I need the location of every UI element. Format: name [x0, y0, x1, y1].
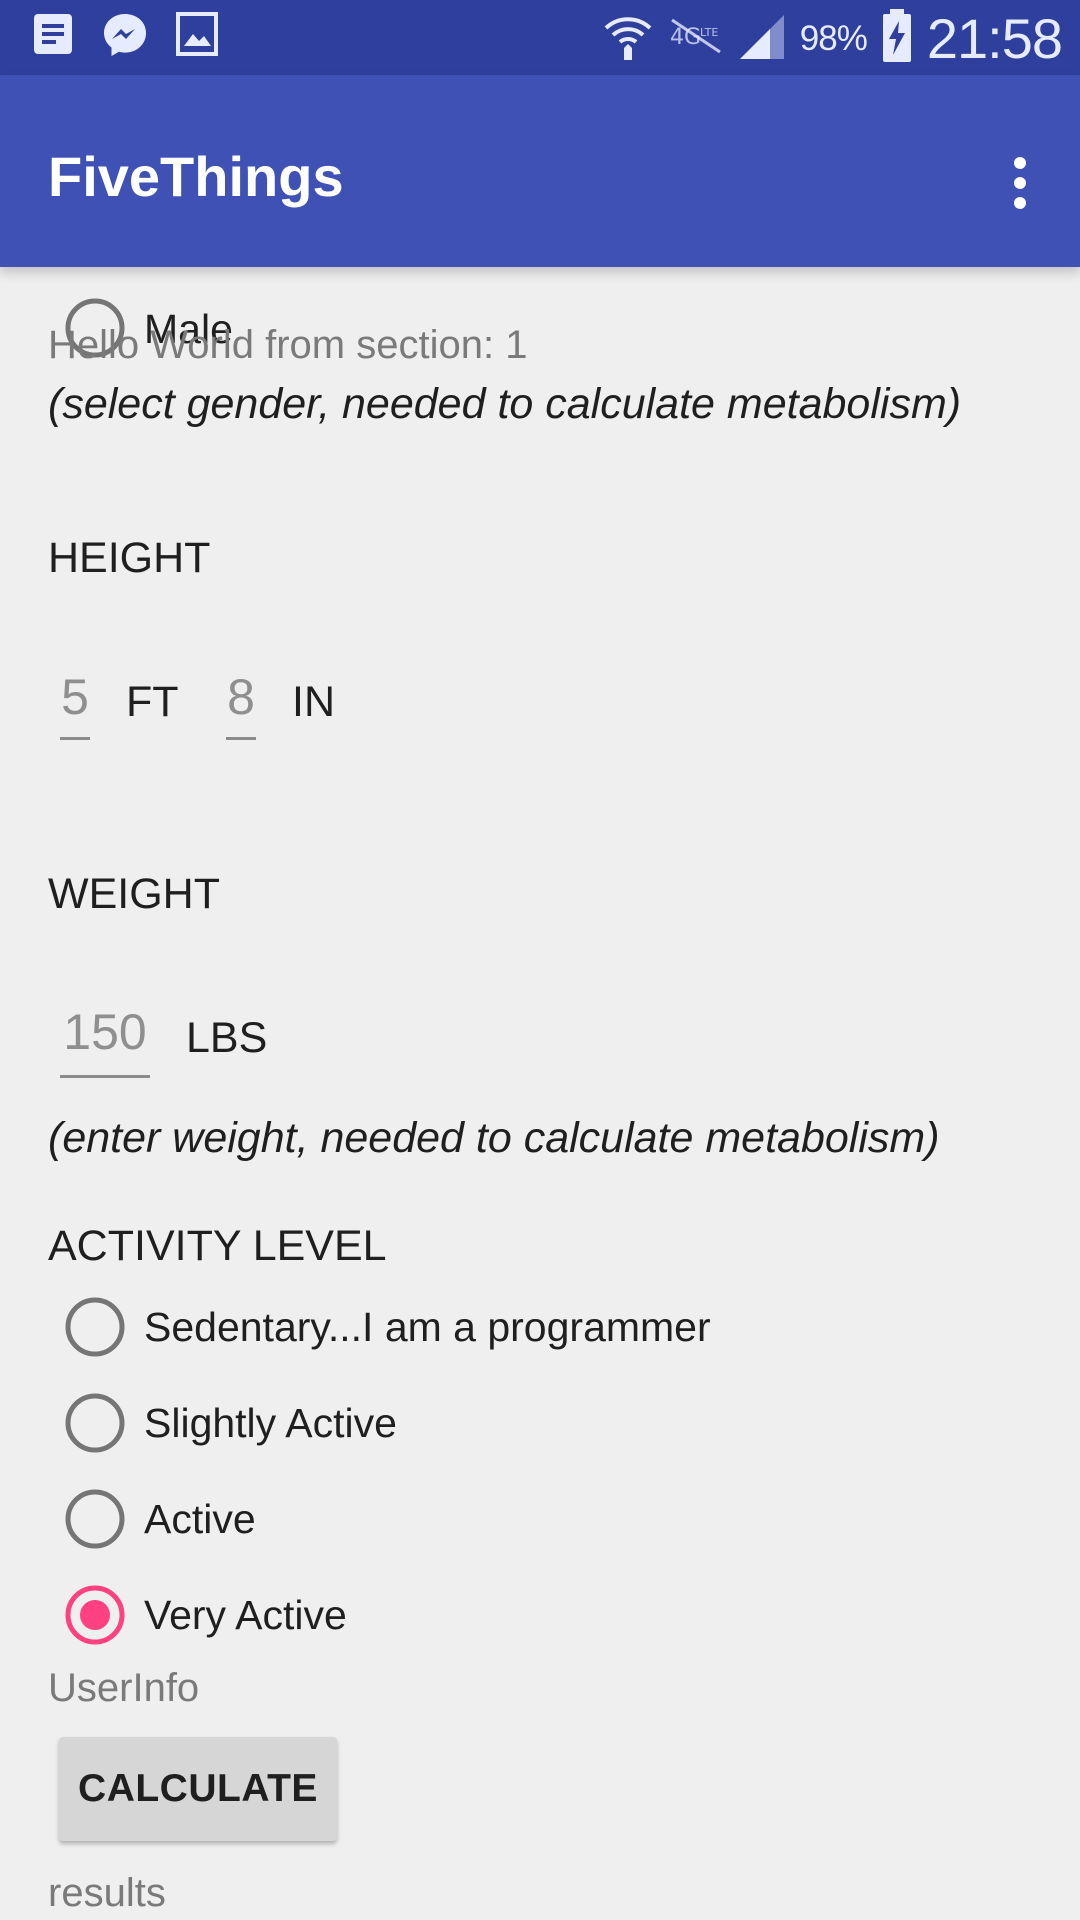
- notes-icon: [32, 12, 74, 63]
- weight-heading: WEIGHT: [48, 870, 220, 918]
- inches-underline: [226, 737, 256, 740]
- app-bar: FiveThings: [0, 75, 1080, 267]
- activity-label-slightly-active[interactable]: Slightly Active: [144, 1403, 397, 1444]
- no-lte-icon: 4G LTE: [668, 14, 724, 63]
- activity-radio-active[interactable]: [64, 1488, 126, 1550]
- battery-charging-icon: [881, 9, 913, 68]
- activity-radio-very-active[interactable]: [64, 1584, 126, 1646]
- weight-unit: LBS: [186, 1014, 268, 1062]
- weight-underline: [60, 1075, 150, 1078]
- messenger-icon: [102, 12, 148, 63]
- activity-label-very-active[interactable]: Very Active: [144, 1595, 347, 1636]
- status-left-icons: [32, 12, 218, 63]
- feet-unit: FT: [126, 678, 179, 726]
- wifi-icon: [602, 10, 654, 67]
- section-text: Hello World from section: 1: [48, 323, 528, 367]
- activity-heading: ACTIVITY LEVEL: [48, 1222, 387, 1270]
- activity-radio-sedentary[interactable]: [64, 1296, 126, 1358]
- activity-radio-slightly-active[interactable]: [64, 1392, 126, 1454]
- user-info-label: UserInfo: [48, 1666, 200, 1710]
- activity-label-active[interactable]: Active: [144, 1499, 256, 1540]
- calculate-button[interactable]: CALCULATE: [59, 1737, 337, 1841]
- clock: 21:58: [926, 7, 1063, 70]
- signal-icon: [738, 11, 786, 66]
- gender-hint: (select gender, needed to calculate meta…: [48, 380, 962, 428]
- feet-underline: [60, 737, 90, 740]
- battery-percent: 98%: [799, 18, 868, 58]
- inches-unit: IN: [292, 678, 335, 726]
- status-right-icons: 4G LTE 98% 21:58: [602, 6, 1063, 71]
- inches-input[interactable]: [226, 670, 256, 724]
- activity-label-sedentary[interactable]: Sedentary...I am a programmer: [144, 1307, 711, 1348]
- results-label: results: [48, 1871, 166, 1915]
- weight-input[interactable]: [60, 1005, 150, 1059]
- feet-input[interactable]: [60, 670, 90, 724]
- app-title: FiveThings: [48, 145, 344, 208]
- weight-hint: (enter weight, needed to calculate metab…: [48, 1114, 940, 1162]
- status-bar: 4G LTE 98% 21:58: [0, 0, 1080, 75]
- image-icon: [176, 12, 218, 63]
- svg-text:LTE: LTE: [700, 26, 718, 39]
- main-content: Male Hello World from section: 1 (select…: [0, 267, 1080, 1920]
- more-vert-icon[interactable]: [1000, 155, 1040, 211]
- height-heading: HEIGHT: [48, 534, 211, 582]
